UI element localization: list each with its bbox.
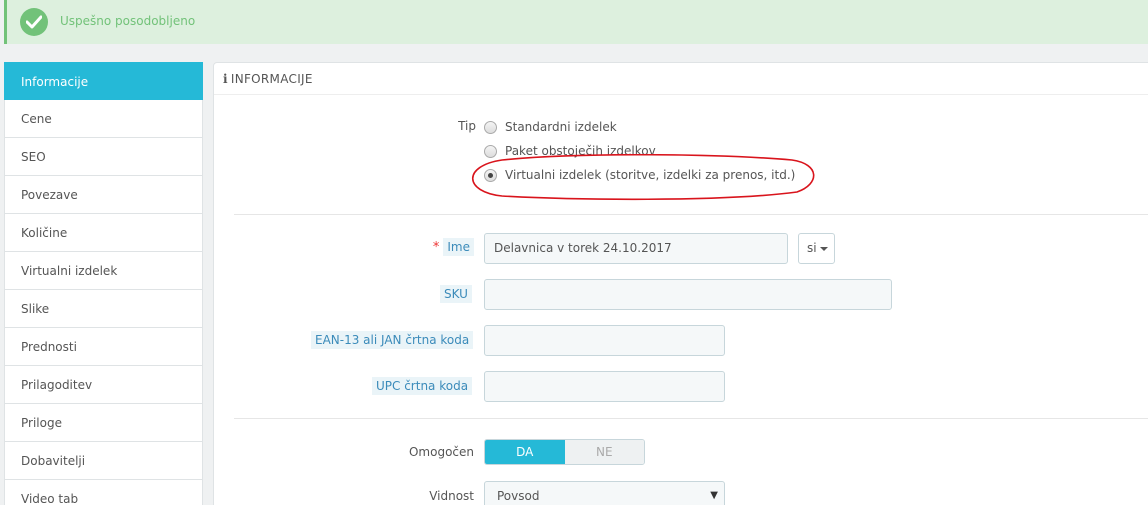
name-input[interactable]: Delavnica v torek 24.10.2017 <box>484 233 788 264</box>
sidebar-item-slike[interactable]: Slike <box>4 290 203 328</box>
radio-standard-product[interactable]: Standardni izdelek <box>484 119 617 135</box>
sidebar-item-informacije[interactable]: Informacije <box>4 62 203 100</box>
sidebar-item-virtualni-izdelek[interactable]: Virtualni izdelek <box>4 252 203 290</box>
required-marker: * <box>432 240 440 255</box>
alert-message: Uspešno posodobljeno <box>60 14 196 28</box>
type-label: Tip <box>458 119 476 133</box>
sidebar-item-prilagoditev[interactable]: Prilagoditev <box>4 366 203 404</box>
sku-input[interactable] <box>484 279 892 310</box>
language-dropdown-button[interactable]: si <box>798 233 835 264</box>
radio-standard-label: Standardni izdelek <box>505 120 617 134</box>
visibility-value: Povsod <box>497 489 540 503</box>
product-tabs-sidebar: Informacije Cene SEO Povezave Količine V… <box>4 62 203 505</box>
sidebar-item-povezave[interactable]: Povezave <box>4 176 203 214</box>
check-circle-icon <box>20 8 48 36</box>
information-panel: i INFORMACIJE Tip Standardni izdelek Pake… <box>213 62 1148 505</box>
divider <box>234 214 1148 215</box>
radio-circle[interactable] <box>484 120 497 134</box>
ean-input[interactable] <box>484 325 725 356</box>
annotation-circle <box>472 154 815 201</box>
sidebar-item-video-tab[interactable]: Video tab <box>4 480 203 505</box>
upc-label: UPC črtna koda <box>372 377 473 395</box>
info-icon: i <box>223 72 228 86</box>
enabled-label: Omogočen <box>408 445 474 459</box>
caret-down-icon <box>819 246 828 251</box>
sku-label: SKU <box>440 285 472 303</box>
sidebar-item-priloge[interactable]: Priloge <box>4 404 203 442</box>
select-arrow-icon: ▼ <box>710 490 718 501</box>
success-alert: Uspešno posodobljeno <box>4 0 1148 44</box>
panel-title: INFORMACIJE <box>230 72 313 86</box>
upc-input[interactable] <box>484 371 725 402</box>
sidebar-item-kolicine[interactable]: Količine <box>4 214 203 252</box>
panel-heading: i INFORMACIJE <box>214 63 1148 95</box>
visibility-select[interactable]: Povsod ▼ <box>484 481 725 505</box>
language-label: si <box>807 241 817 255</box>
visibility-label: Vidnost <box>429 489 474 503</box>
sidebar-item-prednosti[interactable]: Prednosti <box>4 328 203 366</box>
sidebar-item-dobavitelji[interactable]: Dobavitelji <box>4 442 203 480</box>
divider <box>234 418 1148 419</box>
ean-label: EAN-13 ali JAN črtna koda <box>311 331 474 349</box>
switch-no[interactable]: NE <box>564 440 644 464</box>
name-label: Ime <box>443 238 474 256</box>
name-label-wrap: * Ime <box>424 238 474 256</box>
switch-yes[interactable]: DA <box>485 440 565 464</box>
enabled-switch[interactable]: DA NE <box>484 439 645 465</box>
sidebar-item-seo[interactable]: SEO <box>4 138 203 176</box>
sidebar-item-cene[interactable]: Cene <box>4 100 203 138</box>
